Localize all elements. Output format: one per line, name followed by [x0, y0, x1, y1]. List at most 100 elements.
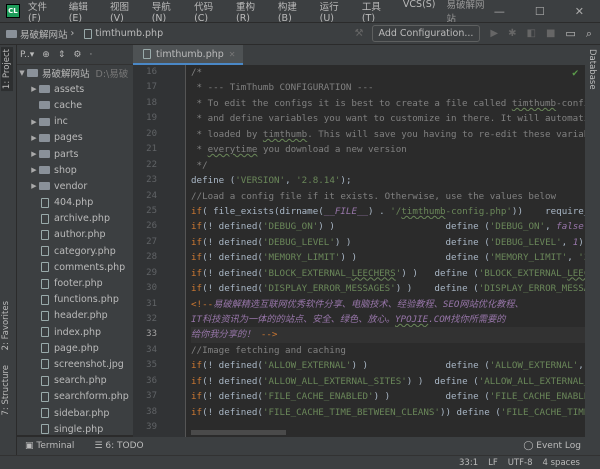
- stop-icon[interactable]: ■: [546, 28, 555, 39]
- debug-icon[interactable]: ✱: [508, 28, 516, 39]
- code-line[interactable]: if(! defined('DEBUG_LEVEL') ) define ('D…: [191, 235, 585, 250]
- menu-item[interactable]: 重构(R): [236, 0, 269, 24]
- menu-item[interactable]: 编辑(E): [69, 0, 101, 24]
- code-editor[interactable]: 16 17 18 19 20 21 22 23 24 25 26 27 28 29 30 31 32 33 34 35…: [133, 65, 585, 437]
- tab-project[interactable]: 1: Project: [1, 47, 13, 92]
- expand-arrow-icon[interactable]: ▶: [29, 85, 39, 93]
- coverage-icon[interactable]: ◧: [527, 28, 536, 39]
- tree-root[interactable]: ▼ 易破解网站 D:\易破: [17, 65, 133, 81]
- tree-file[interactable]: index.php: [17, 324, 133, 340]
- menu-item[interactable]: 文件(F): [28, 0, 60, 24]
- menu-item[interactable]: 工具(T): [362, 0, 394, 24]
- inspection-ok-icon[interactable]: ✔: [571, 69, 579, 79]
- tree-file[interactable]: archive.php: [17, 211, 133, 227]
- tree-folder[interactable]: ▶ inc: [17, 114, 133, 130]
- tree-file[interactable]: author.php: [17, 227, 133, 243]
- tree-file[interactable]: functions.php: [17, 292, 133, 308]
- code-line[interactable]: */: [191, 158, 585, 173]
- add-configuration-button[interactable]: Add Configuration...: [371, 25, 481, 42]
- tree-file[interactable]: page.php: [17, 340, 133, 356]
- code-line[interactable]: if(! defined('FILE_CACHE_TIME_BETWEEN_CL…: [191, 405, 585, 420]
- caret-position[interactable]: 33:1: [459, 458, 478, 468]
- line-separator[interactable]: LF: [488, 458, 498, 468]
- minimize-icon[interactable]: —: [494, 5, 505, 18]
- hide-icon[interactable]: ·: [89, 50, 92, 60]
- code-line[interactable]: if(! defined('ALLOW_ALL_EXTERNAL_SITES')…: [191, 374, 585, 389]
- code-line[interactable]: <!--易破解精选互联网优秀软件分享、电脑技术、经验教程、SEO网站优化教程、: [191, 297, 585, 312]
- tab-timthumb-php[interactable]: timthumb.php ✕: [133, 45, 244, 65]
- tree-file[interactable]: comments.php: [17, 259, 133, 275]
- file-encoding[interactable]: UTF-8: [508, 458, 533, 468]
- expand-arrow-icon[interactable]: ▶: [29, 166, 39, 174]
- tree-file[interactable]: header.php: [17, 308, 133, 324]
- expand-arrow-icon[interactable]: ▶: [29, 150, 39, 158]
- code-line[interactable]: 给你我分享的！ -->: [191, 327, 585, 343]
- expand-arrow-icon[interactable]: ▶: [29, 182, 39, 190]
- tree-file[interactable]: searchform.php: [17, 389, 133, 405]
- tab-favorites[interactable]: 2: Favorites: [1, 301, 11, 350]
- code-line[interactable]: * loaded by timthumb. This will save you…: [191, 127, 585, 142]
- horizontal-scrollbar[interactable]: [191, 430, 286, 435]
- tab-structure[interactable]: 7: Structure: [1, 365, 11, 416]
- code-line[interactable]: //Image fetching and caching: [191, 343, 585, 358]
- code-line[interactable]: if(! defined('DEBUG_ON') ) define ('DEBU…: [191, 219, 585, 234]
- tree-file[interactable]: search.php: [17, 373, 133, 389]
- todo-label: 6: TODO: [105, 441, 144, 451]
- locate-icon[interactable]: ⊕: [42, 50, 50, 60]
- tree-folder[interactable]: ▶ parts: [17, 146, 133, 162]
- menu-item[interactable]: 导航(N): [152, 0, 185, 24]
- menu-item[interactable]: 运行(U): [320, 0, 353, 24]
- project-view-selector[interactable]: P..▾: [20, 50, 34, 60]
- code-line[interactable]: * --- TimThumb CONFIGURATION ---: [191, 80, 585, 95]
- code-line[interactable]: IT科技资讯为一体的的站点、安全、绿色、放心。YPOJIE.COM找你所需要的: [191, 312, 585, 327]
- code-line[interactable]: if(! defined('FILE_CACHE_ENABLED') ) def…: [191, 389, 585, 404]
- tree-file[interactable]: screenshot.jpg: [17, 356, 133, 372]
- code-line[interactable]: if(! defined('BLOCK_EXTERNAL_LEECHERS') …: [191, 266, 585, 281]
- menu-item[interactable]: 构建(B): [278, 0, 311, 24]
- tree-folder[interactable]: ▶ pages: [17, 130, 133, 146]
- code-token: 'FILE_CACHE_TIME_BETWEEN_CLEANS': [500, 406, 585, 418]
- menu-item[interactable]: VCS(S): [403, 0, 436, 24]
- expand-arrow-icon[interactable]: ▶: [29, 118, 39, 126]
- tree-folder[interactable]: cache: [17, 97, 133, 113]
- run-icon[interactable]: ▶: [490, 28, 498, 39]
- tree-file[interactable]: single.php: [17, 421, 133, 437]
- code-line[interactable]: if( file_exists(dirname(__FILE__) . '/ti…: [191, 204, 585, 219]
- menu-item[interactable]: 视图(V): [110, 0, 143, 24]
- gear-icon[interactable]: ⚙: [73, 50, 81, 60]
- event-log-button[interactable]: ◯ Event Log: [523, 441, 581, 451]
- breadcrumb-file[interactable]: timthumb.php: [84, 28, 163, 39]
- tree-folder[interactable]: ▶ shop: [17, 162, 133, 178]
- close-tab-icon[interactable]: ✕: [229, 50, 236, 59]
- tree-file[interactable]: footer.php: [17, 275, 133, 291]
- indent-setting[interactable]: 4 spaces: [543, 458, 580, 468]
- menu-item[interactable]: 代码(C): [194, 0, 227, 24]
- terminal-button[interactable]: ▣ Terminal: [25, 441, 74, 451]
- maximize-icon[interactable]: ☐: [535, 5, 545, 18]
- tab-database[interactable]: Database: [587, 49, 597, 90]
- code-area[interactable]: /* * --- TimThumb CONFIGURATION --- * To…: [191, 65, 585, 436]
- project-structure-icon[interactable]: ▭: [565, 27, 575, 40]
- tree-file[interactable]: 404.php: [17, 195, 133, 211]
- collapse-icon[interactable]: ⇕: [58, 50, 66, 60]
- breadcrumb-project[interactable]: 易破解网站 ›: [6, 27, 74, 41]
- code-line[interactable]: if(! defined('ALLOW_EXTERNAL') ) define …: [191, 358, 585, 373]
- code-line[interactable]: //Load a config file if it exists. Other…: [191, 189, 585, 204]
- code-line[interactable]: if(! defined('DISPLAY_ERROR_MESSAGES') )…: [191, 281, 585, 296]
- tree-folder[interactable]: ▶ vendor: [17, 178, 133, 194]
- code-line[interactable]: /*: [191, 65, 585, 80]
- expand-arrow-icon[interactable]: ▶: [29, 134, 39, 142]
- tree-file[interactable]: category.php: [17, 243, 133, 259]
- search-icon[interactable]: ⌕: [586, 27, 592, 41]
- expand-arrow-icon[interactable]: ▼: [17, 69, 27, 77]
- tree-file[interactable]: sidebar.php: [17, 405, 133, 421]
- build-hammer-icon[interactable]: ⚒: [355, 28, 364, 39]
- code-line[interactable]: * everytime you download a new version: [191, 142, 585, 157]
- code-line[interactable]: if(! defined('MEMORY_LIMIT') ) define ('…: [191, 250, 585, 265]
- tree-folder[interactable]: ▶ assets: [17, 81, 133, 97]
- code-line[interactable]: * To edit the configs it is best to crea…: [191, 96, 585, 111]
- close-icon[interactable]: ✕: [575, 5, 584, 18]
- todo-button[interactable]: ☰ 6: TODO: [94, 441, 143, 451]
- code-line[interactable]: * and define variables you want to custo…: [191, 111, 585, 126]
- code-line[interactable]: define ('VERSION', '2.8.14');: [191, 173, 585, 188]
